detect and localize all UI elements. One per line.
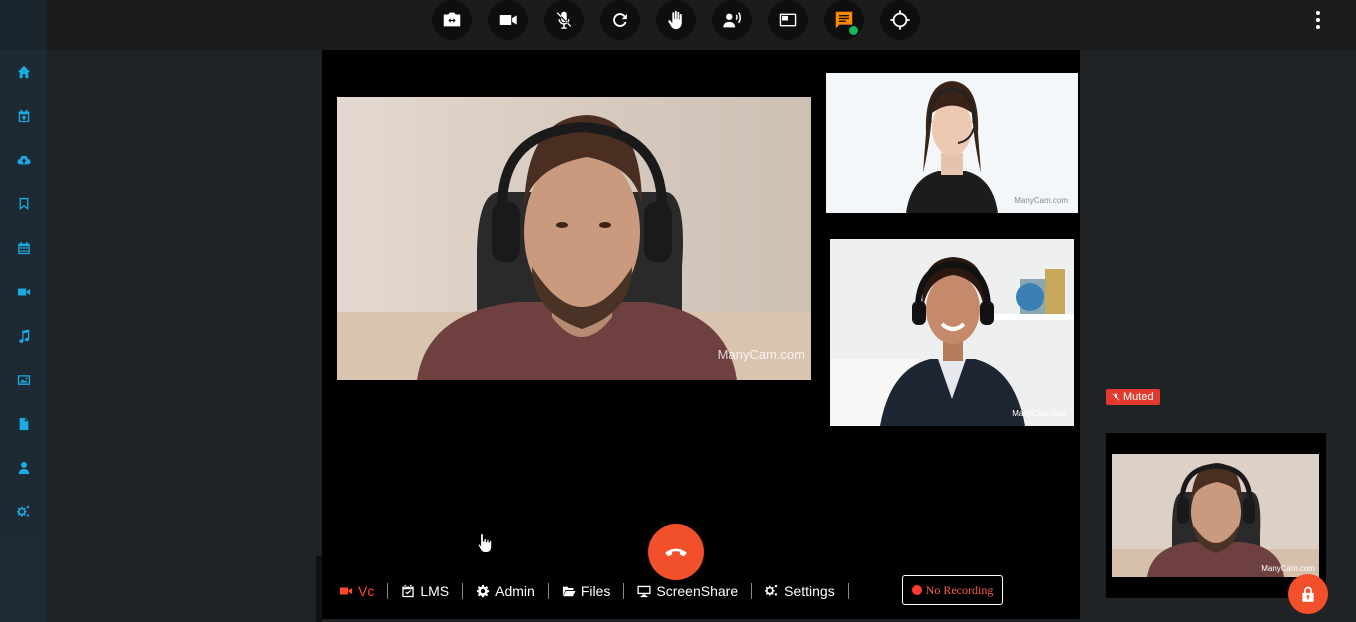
tab-screenshare[interactable]: ScreenShare <box>637 581 738 601</box>
tab-lms-label: LMS <box>420 583 450 599</box>
calendar-icon <box>17 241 30 255</box>
more-vertical-icon <box>1316 11 1320 15</box>
sidebar-item-documents[interactable] <box>0 402 47 446</box>
sidebar-item-calendar[interactable] <box>0 226 47 270</box>
video-camera-icon <box>339 587 353 595</box>
recording-status-label: No Recording <box>925 582 994 597</box>
chat-button[interactable] <box>824 0 864 40</box>
participant-video-1[interactable]: ManyCam.com <box>826 73 1078 213</box>
more-options-button[interactable] <box>1308 8 1328 32</box>
switch-camera-icon <box>443 12 461 27</box>
self-view-video: ManyCam.com <box>1112 454 1319 577</box>
refresh-icon <box>613 13 627 27</box>
divider <box>623 583 625 599</box>
sidebar-item-profile[interactable] <box>0 446 47 490</box>
image-icon <box>17 375 30 385</box>
layout-button[interactable] <box>768 0 808 40</box>
sidebar-item-home[interactable] <box>0 50 47 94</box>
tab-files-label: Files <box>580 583 611 599</box>
sidebar-item-add-event[interactable] <box>0 94 47 138</box>
muted-badge: Muted <box>1106 389 1160 405</box>
tab-admin[interactable]: Admin <box>476 581 535 601</box>
sidebar-item-music[interactable] <box>0 314 47 358</box>
tab-files[interactable]: Files <box>562 581 611 601</box>
participant-video-2[interactable]: ManyCam.com <box>830 239 1074 426</box>
speaker-voice-icon <box>723 12 741 28</box>
watermark-participant-1: ManyCam.com <box>1014 196 1068 205</box>
switch-camera-button[interactable] <box>432 0 472 40</box>
sidebar-item-upload[interactable] <box>0 138 47 182</box>
divider <box>462 583 464 599</box>
main-speaker-video[interactable]: ManyCam.com <box>337 97 811 380</box>
tab-settings-label: Settings <box>784 583 835 599</box>
self-view-panel[interactable]: ManyCam.com <box>1106 433 1326 598</box>
chat-status-dot <box>849 26 858 35</box>
focus-button[interactable] <box>880 0 920 40</box>
home-icon <box>17 65 30 79</box>
video-camera-icon <box>499 14 517 26</box>
sidebar-item-images[interactable] <box>0 358 47 402</box>
microphone-muted-icon <box>556 11 572 29</box>
recording-status-button[interactable]: No Recording <box>902 575 1003 605</box>
watermark-self-view: ManyCam.com <box>1261 564 1315 573</box>
sidebar-nav <box>0 50 47 534</box>
cloud-upload-icon <box>16 155 31 165</box>
lock-icon <box>1302 586 1314 602</box>
tab-screenshare-label: ScreenShare <box>656 583 739 599</box>
cogs-icon <box>16 505 29 517</box>
tab-lms[interactable]: LMS <box>401 581 449 601</box>
watermark-main: ManyCam.com <box>717 347 805 362</box>
left-sidebar <box>0 0 47 622</box>
lock-button[interactable] <box>1288 574 1328 614</box>
calendar-plus-icon <box>18 109 29 123</box>
raise-hand-icon <box>668 10 682 30</box>
camera-toggle-button[interactable] <box>488 0 528 40</box>
watermark-participant-2: ManyCam.com <box>1012 409 1066 418</box>
calendar-check-icon <box>402 584 415 598</box>
microphone-toggle-button[interactable] <box>544 0 584 40</box>
tab-settings[interactable]: Settings <box>765 581 835 601</box>
divider <box>387 583 389 599</box>
participant-2-frame <box>830 239 1074 426</box>
self-view-frame <box>1112 454 1319 577</box>
speaker-voice-button[interactable] <box>712 0 752 40</box>
layout-icon <box>779 13 797 27</box>
folder-open-icon <box>562 586 576 597</box>
file-icon <box>19 417 28 431</box>
crosshair-icon <box>890 10 910 30</box>
muted-label: Muted <box>1123 391 1154 403</box>
microphone-muted-icon <box>1112 393 1120 401</box>
raise-hand-button[interactable] <box>656 0 696 40</box>
refresh-button[interactable] <box>600 0 640 40</box>
sidebar-item-bookmarks[interactable] <box>0 182 47 226</box>
divider <box>847 583 849 599</box>
divider <box>547 583 549 599</box>
sidebar-item-settings[interactable] <box>0 490 47 534</box>
cogs-icon <box>765 584 778 596</box>
music-icon <box>18 329 29 343</box>
tab-vc-label: Vc <box>358 583 375 599</box>
bookmark-icon <box>19 197 28 211</box>
hand-cursor-icon <box>477 532 493 553</box>
monitor-icon <box>637 585 651 598</box>
divider <box>751 583 753 599</box>
sidebar-item-video[interactable] <box>0 270 47 314</box>
top-toolbar <box>47 0 1356 50</box>
user-icon <box>18 461 29 475</box>
tab-vc[interactable]: Vc <box>339 581 374 601</box>
gear-icon <box>477 584 490 598</box>
video-stage: ManyCam.com ManyCam.com ManyCam.com <box>322 50 1080 619</box>
bottom-controls-bar: Vc LMS Admin Files ScreenShare Settings <box>322 572 1080 610</box>
speaker-video-frame <box>337 97 811 380</box>
video-camera-icon <box>17 288 30 296</box>
participant-1-frame <box>826 73 1078 213</box>
tab-admin-label: Admin <box>495 583 535 599</box>
sidebar-header <box>0 0 47 50</box>
phone-hangup-icon <box>665 548 687 557</box>
video-conference-app: ManyCam.com ManyCam.com ManyCam.com Vc L… <box>0 0 1356 622</box>
record-dot-icon <box>911 585 922 595</box>
